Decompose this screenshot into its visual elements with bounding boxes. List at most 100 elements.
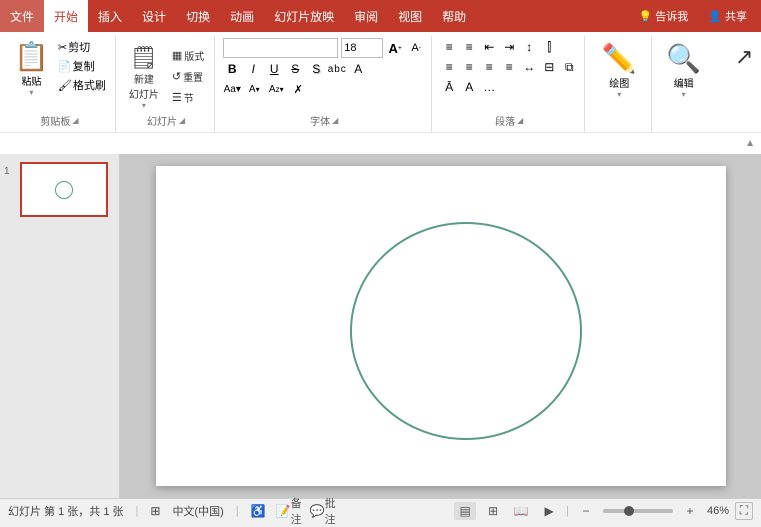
- justify-button[interactable]: ≡: [500, 58, 518, 76]
- align-right-button[interactable]: ≡: [480, 58, 498, 76]
- slide-number-1: 1: [4, 162, 16, 177]
- menu-insert[interactable]: 插入: [88, 0, 132, 32]
- menu-transition[interactable]: 切换: [176, 0, 220, 32]
- notes-button[interactable]: 📝 备注: [278, 502, 300, 520]
- increase-font-size-button[interactable]: A +: [386, 39, 404, 57]
- line-spacing-button[interactable]: ↕: [520, 38, 538, 56]
- paragraph-expand-icon[interactable]: ◢: [517, 116, 523, 125]
- accessibility-icon: ♿: [251, 504, 266, 518]
- slide-sorter-button[interactable]: ⊞: [482, 502, 504, 520]
- menu-slideshow[interactable]: 幻灯片放映: [264, 0, 344, 32]
- zoom-slider[interactable]: [603, 509, 673, 513]
- normal-view-button[interactable]: ▤: [454, 502, 476, 520]
- title-bar-right: 💡 告诉我 👤 共享: [632, 6, 761, 26]
- cursor-icon: ↖: [735, 44, 753, 70]
- font-row-1: A + A -: [223, 38, 425, 58]
- font-color-icon: A: [354, 62, 362, 76]
- underline-button[interactable]: U: [265, 60, 283, 78]
- clipboard-expand-icon[interactable]: ◢: [72, 116, 78, 125]
- para-row-3: Ā A …: [440, 78, 578, 96]
- slides-expand-icon[interactable]: ◢: [179, 116, 185, 125]
- zoom-in-button[interactable]: +: [679, 502, 701, 520]
- cut-button[interactable]: ✂ 剪切: [55, 38, 109, 56]
- zoom-out-button[interactable]: −: [575, 502, 597, 520]
- menu-animation[interactable]: 动画: [220, 0, 264, 32]
- share-icon: 👤: [708, 11, 722, 23]
- drawing-button[interactable]: ✏️ 绘图 ▾: [596, 38, 643, 103]
- slide-thumbnail-1[interactable]: 1: [4, 162, 115, 217]
- tell-me-button[interactable]: 💡 告诉我: [632, 6, 694, 26]
- align-center-button[interactable]: ≡: [460, 58, 478, 76]
- slides-panel[interactable]: 1: [0, 154, 120, 498]
- editing-button[interactable]: 🔍 编辑 ▾: [660, 38, 707, 103]
- layout-button[interactable]: ▦ 版式: [168, 46, 208, 65]
- menu-design[interactable]: 设计: [132, 0, 176, 32]
- text-highlight-btn[interactable]: A: [460, 78, 478, 96]
- reset-icon: ↺: [172, 70, 181, 83]
- layout-icon: ▦: [172, 49, 182, 62]
- menu-home[interactable]: 开始: [44, 0, 88, 32]
- lightbulb-icon: 💡: [638, 11, 652, 23]
- columns-button[interactable]: ⫿: [540, 38, 558, 56]
- share-button[interactable]: 👤 共享: [702, 6, 753, 26]
- status-bar: 幻灯片 第 1 张，共 1 张 | ⊞ 中文(中国) | ♿ 📝 备注 💬 批注…: [0, 498, 761, 522]
- font-name-input[interactable]: [223, 38, 338, 58]
- ribbon-collapse-bar: ▲: [0, 132, 761, 154]
- font-size-dropdown-button[interactable]: Aa▾: [223, 80, 241, 98]
- clear-format-button[interactable]: ✗: [289, 80, 307, 98]
- clipboard-left: 📋 粘贴 ▾: [10, 38, 53, 99]
- text-shadow-btn[interactable]: Ā: [440, 78, 458, 96]
- section-icon: ☰: [172, 91, 182, 104]
- char-spacing-button[interactable]: abc: [328, 60, 346, 78]
- bullet-list-button[interactable]: ≡: [440, 38, 458, 56]
- font-controls: A + A - B I U S S abc A: [223, 38, 425, 98]
- new-slide-button[interactable]: 🗒 新建 幻灯片 ▾: [124, 42, 164, 113]
- section-button[interactable]: ☰ 节: [168, 88, 208, 107]
- strikethrough-button[interactable]: S: [286, 60, 304, 78]
- status-sep-2: |: [236, 505, 239, 517]
- font-aa-button[interactable]: A ▾: [245, 80, 263, 98]
- font-label: 字体 ◢: [310, 113, 338, 130]
- ribbon-toolbar: 📋 粘贴 ▾ ✂ 剪切 📄 复制 🖌: [0, 32, 761, 132]
- menu-file[interactable]: 文件: [0, 0, 44, 32]
- reading-view-button[interactable]: 📖: [510, 502, 532, 520]
- paste-button[interactable]: 📋 粘贴 ▾: [10, 38, 53, 99]
- italic-button[interactable]: I: [244, 60, 262, 78]
- menu-review[interactable]: 审阅: [344, 0, 388, 32]
- slide-thumb-image-1[interactable]: [20, 162, 108, 217]
- comments-icon: 💬: [310, 504, 325, 518]
- ribbon-collapse-button[interactable]: ▲: [739, 138, 761, 149]
- clipboard-label: 剪贴板 ◢: [40, 113, 78, 130]
- align-left-button[interactable]: ≡: [440, 58, 458, 76]
- title-bar: 文件 开始 插入 设计 切换 动画 幻灯片放映 审阅 视图 帮助 💡 告诉我 👤…: [0, 0, 761, 32]
- font-expand-icon[interactable]: ◢: [332, 116, 338, 125]
- font-az-button[interactable]: A z ▾: [267, 80, 285, 98]
- fit-slide-button[interactable]: ⛶: [735, 502, 753, 520]
- increase-indent-button[interactable]: ⇥: [500, 38, 518, 56]
- text-align-v-button[interactable]: ⊟: [540, 58, 558, 76]
- reset-button[interactable]: ↺ 重置: [168, 67, 208, 86]
- cut-icon: ✂: [58, 41, 67, 54]
- format-painter-button[interactable]: 🖌 格式刷: [55, 76, 109, 94]
- menu-help[interactable]: 帮助: [432, 0, 476, 32]
- decrease-font-size-button[interactable]: A -: [407, 39, 425, 57]
- text-direction-button[interactable]: ↔: [520, 58, 538, 76]
- smartart-button[interactable]: ⧉: [560, 58, 578, 76]
- shadow-button[interactable]: S: [307, 60, 325, 78]
- slide-canvas[interactable]: [156, 166, 726, 486]
- presentation-view-button[interactable]: ▶: [538, 502, 560, 520]
- copy-button[interactable]: 📄 复制: [55, 57, 109, 75]
- more-para-btn[interactable]: …: [480, 78, 498, 96]
- comments-button[interactable]: 💬 批注: [312, 502, 334, 520]
- decrease-indent-button[interactable]: ⇤: [480, 38, 498, 56]
- font-color-button[interactable]: A: [349, 60, 367, 78]
- menu-view[interactable]: 视图: [388, 0, 432, 32]
- copy-icon: 📄: [58, 60, 72, 73]
- font-size-input[interactable]: [341, 38, 383, 58]
- numbered-list-button[interactable]: ≡: [460, 38, 478, 56]
- bold-button[interactable]: B: [223, 60, 241, 78]
- zoom-percent: 46%: [707, 505, 729, 517]
- zoom-thumb[interactable]: [624, 506, 634, 516]
- paragraph-label: 段落 ◢: [495, 113, 523, 130]
- slide-count-label: 幻灯片 第 1 张，共 1 张: [8, 503, 124, 519]
